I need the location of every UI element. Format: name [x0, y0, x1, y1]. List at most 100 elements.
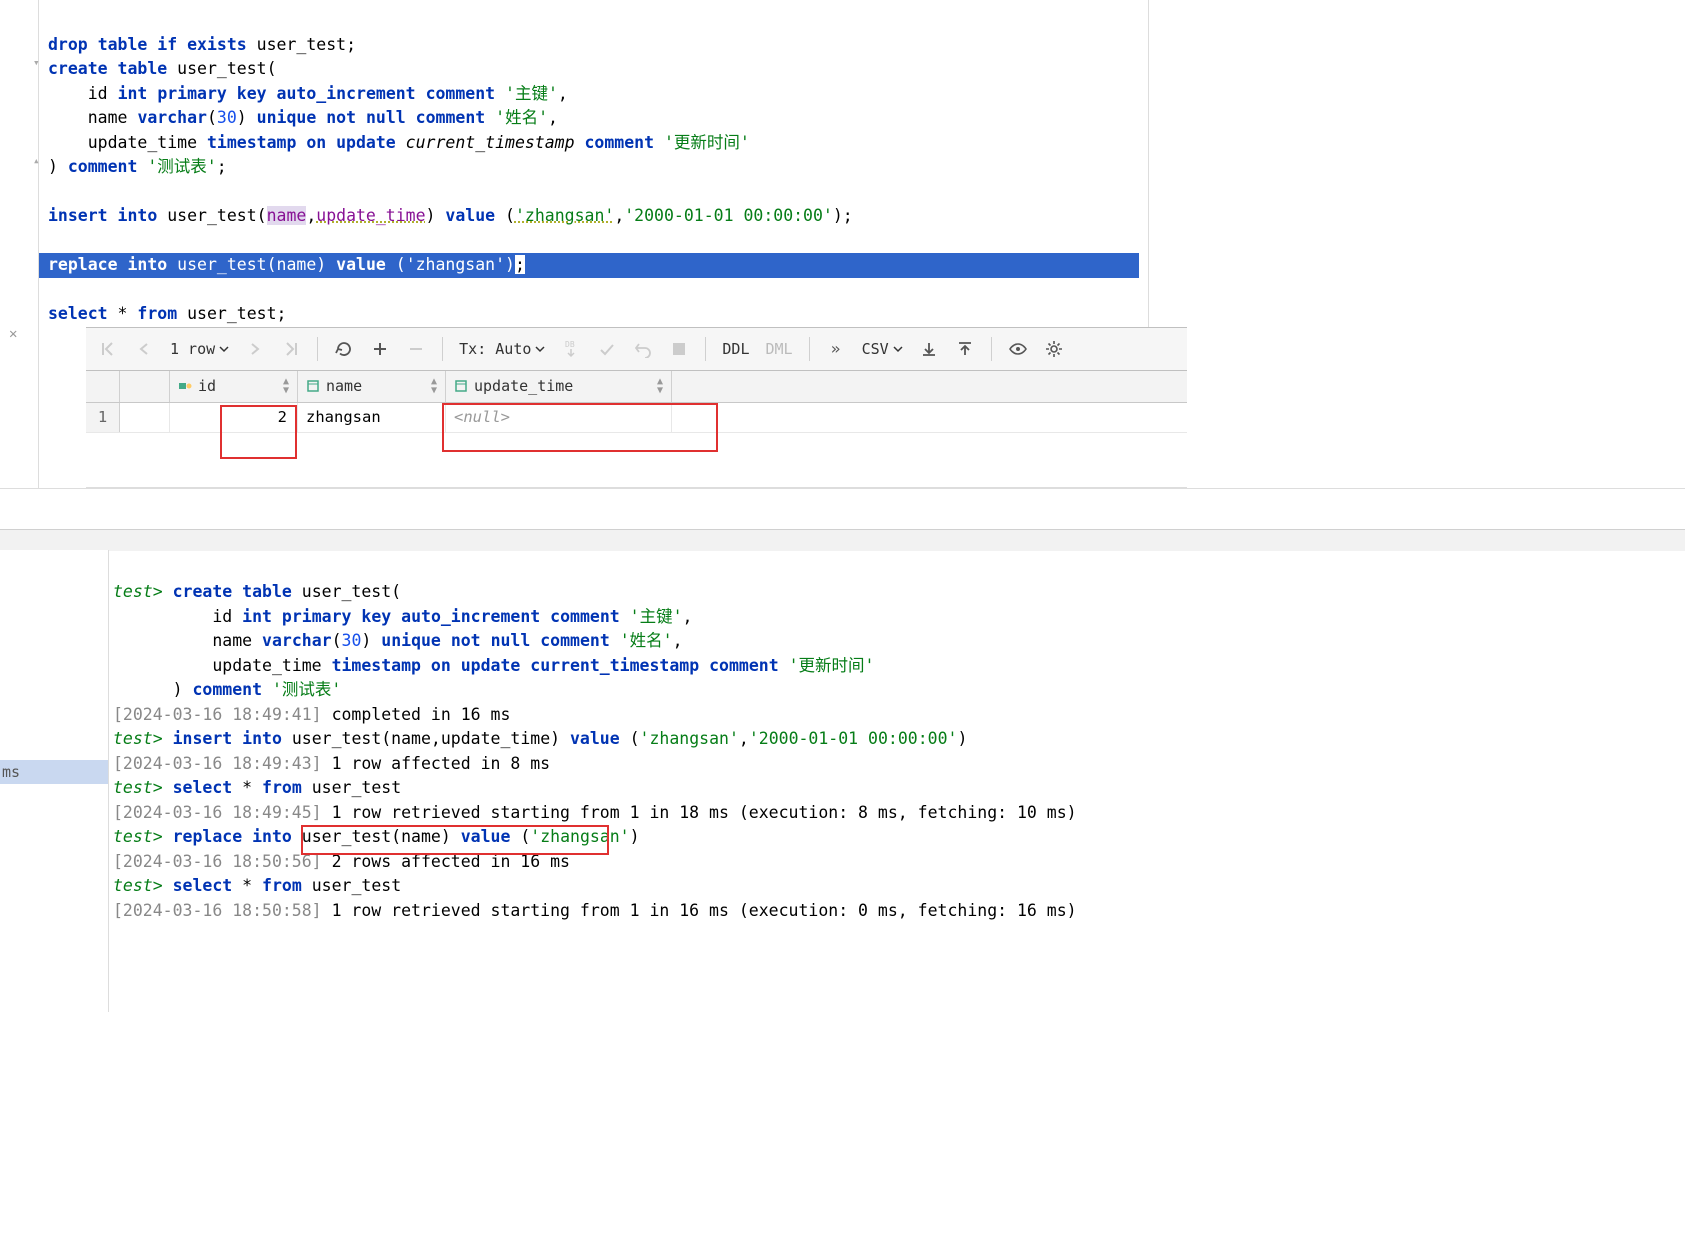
- str: 'zhangsan': [530, 827, 629, 846]
- fold-open-icon[interactable]: ▾: [33, 56, 40, 69]
- ddl-button[interactable]: DDL: [716, 340, 755, 358]
- tbl: user_test: [177, 255, 266, 274]
- col: name: [212, 631, 252, 650]
- chevron-down-icon: [535, 344, 545, 354]
- column-header-id[interactable]: id ▲▼: [170, 371, 298, 402]
- kw-not: not: [326, 108, 356, 127]
- kw: current_timestamp: [530, 656, 699, 675]
- col-name: name: [277, 255, 317, 274]
- db-commit-button[interactable]: DB: [555, 333, 587, 365]
- timestamp: [2024-03-16 18:49:41]: [113, 705, 322, 724]
- str-tbl: '测试表': [147, 157, 216, 176]
- remove-row-button[interactable]: [400, 333, 432, 365]
- kw: null: [491, 631, 531, 650]
- kw-primary: primary: [157, 84, 227, 103]
- kw-exists: exists: [187, 35, 247, 54]
- add-row-button[interactable]: [364, 333, 396, 365]
- result-grid: id ▲▼ name ▲▼ update_time ▲▼ 1 2 zhangsa…: [86, 371, 1187, 488]
- eye-icon[interactable]: [1002, 333, 1034, 365]
- submit-button[interactable]: [591, 333, 623, 365]
- dml-button[interactable]: DML: [760, 340, 799, 358]
- fold-close-icon[interactable]: ▴: [33, 154, 40, 167]
- sort-icon: ▲▼: [283, 377, 289, 395]
- chevron-down-icon: [219, 344, 229, 354]
- tx-mode-dropdown[interactable]: Tx: Auto: [453, 340, 551, 358]
- column-header-update[interactable]: update_time ▲▼: [446, 371, 672, 402]
- kw: create: [173, 582, 233, 601]
- export-button[interactable]: [913, 333, 945, 365]
- overflow-button[interactable]: »: [820, 333, 852, 365]
- kw: on: [431, 656, 451, 675]
- tbl: user_test: [312, 778, 401, 797]
- grid-corner[interactable]: [86, 371, 120, 402]
- grid-options-col[interactable]: [120, 371, 170, 402]
- row-count-label[interactable]: 1 row: [164, 340, 235, 358]
- kw: primary: [282, 607, 352, 626]
- grid-header-row: id ▲▼ name ▲▼ update_time ▲▼: [86, 371, 1187, 403]
- kw: into: [252, 827, 292, 846]
- timestamp: [2024-03-16 18:49:43]: [113, 754, 322, 773]
- kw-into: into: [127, 255, 167, 274]
- prompt: test>: [113, 778, 163, 797]
- import-button[interactable]: [949, 333, 981, 365]
- kw-value: value: [336, 255, 386, 274]
- kw-create: create: [48, 59, 108, 78]
- cell-name[interactable]: zhangsan: [298, 403, 446, 432]
- str: '姓名': [620, 631, 673, 650]
- kw-null: null: [366, 108, 406, 127]
- last-page-button[interactable]: [275, 333, 307, 365]
- close-icon[interactable]: ✕: [9, 326, 17, 342]
- str: '更新时间': [789, 656, 875, 675]
- prev-page-button[interactable]: [128, 333, 160, 365]
- prompt: test>: [113, 582, 163, 601]
- column-header-name[interactable]: name ▲▼: [298, 371, 446, 402]
- next-page-button[interactable]: [239, 333, 271, 365]
- revert-button[interactable]: [627, 333, 659, 365]
- kw-table: table: [98, 35, 148, 54]
- col: update_time: [212, 656, 321, 675]
- timestamp: [2024-03-16 18:50:58]: [113, 901, 322, 920]
- msg: 1 row retrieved starting from 1 in 18 ms…: [332, 803, 1077, 822]
- table-row[interactable]: 1 2 zhangsan <null>: [86, 403, 1187, 433]
- cell-update[interactable]: <null>: [446, 403, 672, 432]
- row-number: 1: [86, 403, 120, 432]
- kw: select: [173, 876, 233, 895]
- stop-button[interactable]: [663, 333, 695, 365]
- kw: table: [242, 582, 292, 601]
- gear-icon[interactable]: [1038, 333, 1070, 365]
- kw: value: [461, 827, 511, 846]
- console-output[interactable]: test> create table user_test( id int pri…: [108, 550, 1685, 1013]
- kw-comment: comment: [426, 84, 496, 103]
- kw-update: update: [336, 133, 396, 152]
- tbl: user_test: [187, 304, 276, 323]
- kw-insert: insert: [48, 206, 108, 225]
- kw: replace: [173, 827, 243, 846]
- col-name: name: [267, 206, 307, 225]
- str-v1: 'zhangsan': [515, 206, 614, 225]
- num-30: 30: [217, 108, 237, 127]
- reload-button[interactable]: [328, 333, 360, 365]
- separator: [809, 337, 810, 361]
- kw: key: [361, 607, 391, 626]
- str: '测试表': [272, 680, 341, 699]
- msg: 1 row retrieved starting from 1 in 16 ms…: [332, 901, 1077, 920]
- kw-int: int: [118, 84, 148, 103]
- kw: from: [262, 778, 302, 797]
- separator: [317, 337, 318, 361]
- sort-icon: ▲▼: [657, 377, 663, 395]
- fn-cts: current_timestamp: [406, 133, 575, 152]
- first-page-button[interactable]: [92, 333, 124, 365]
- csv-dropdown[interactable]: CSV: [856, 340, 909, 358]
- close: ): [173, 680, 183, 699]
- kw-ai: auto_increment: [277, 84, 416, 103]
- kw: unique: [381, 631, 441, 650]
- sql-editor[interactable]: drop table if exists user_test; create t…: [39, 0, 1149, 327]
- kw-value: value: [445, 206, 495, 225]
- tbl: user_test(: [302, 582, 401, 601]
- num: 30: [342, 631, 362, 650]
- prompt: test>: [113, 876, 163, 895]
- str: 'zhangsan': [640, 729, 739, 748]
- cell-id[interactable]: 2: [170, 403, 298, 432]
- sql-editor-panel: ✕ ▾ ▴ drop table if exists user_test; cr…: [38, 0, 1685, 488]
- kw-varchar: varchar: [137, 108, 207, 127]
